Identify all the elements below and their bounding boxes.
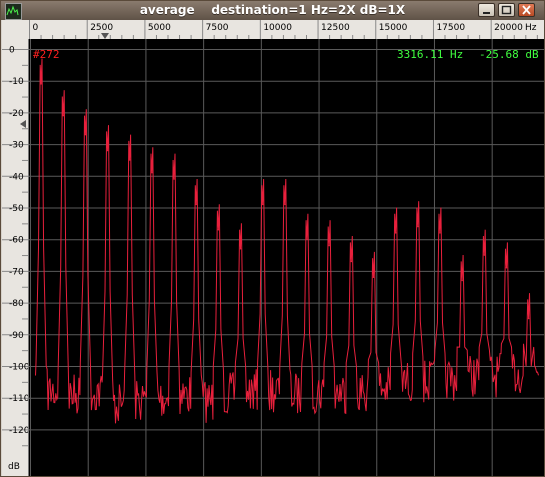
harmonic-peak-point <box>439 232 441 234</box>
harmonic-peak-point <box>84 133 87 136</box>
harmonic-peak-point <box>239 247 242 250</box>
minimize-button[interactable] <box>478 3 495 17</box>
harmonic-peak-point <box>217 228 220 231</box>
x-tick-label: 17500 <box>436 23 465 33</box>
y-tick-label: 0 <box>9 46 15 56</box>
harmonic-peak-point <box>151 171 153 174</box>
harmonic-peak-point <box>417 225 419 228</box>
harmonic-peak-point <box>306 238 308 240</box>
harmonic-peak-point <box>261 203 264 206</box>
y-tick-label: -100 <box>9 363 28 373</box>
y-tick-label: -40 <box>9 172 24 182</box>
maximize-button[interactable] <box>498 3 515 17</box>
title-bar[interactable]: average destination=1 Hz=2X dB=1X <box>1 1 544 20</box>
harmonic-peak-point <box>372 276 375 279</box>
harmonic-peak-point <box>106 149 109 152</box>
y-tick-label: -20 <box>9 109 24 119</box>
harmonic-peak-point <box>128 159 131 161</box>
y-tick-label: -50 <box>9 204 24 214</box>
x-tick-label: 2500 <box>90 23 113 33</box>
ruler-corner <box>2 20 28 39</box>
harmonic-peak-point <box>483 254 486 256</box>
x-tick-label: 15000 <box>379 23 408 33</box>
sample-readout: #272 <box>33 48 60 61</box>
harmonic-peak-point <box>527 317 530 320</box>
harmonic-peak-point <box>394 232 397 234</box>
harmonic-peak-point <box>195 203 198 206</box>
x-tick-label: 7500 <box>206 23 229 33</box>
y-tick-label: -90 <box>9 331 24 341</box>
harmonic-peak-point <box>328 244 330 247</box>
level-ruler[interactable]: 0 -10 -20 -30 -40 -50 -60 -70 -80 -90 -100 -110 -120… <box>2 39 29 476</box>
harmonic-peak-point <box>173 178 175 180</box>
level-readout: -25.68 dB <box>479 48 539 61</box>
harmonic-peak-point <box>461 279 463 282</box>
x-unit-label: Hz <box>525 23 537 33</box>
x-tick-label: 5000 <box>148 23 171 33</box>
harmonic-peak-point <box>62 114 65 117</box>
y-tick-label: -80 <box>9 299 24 309</box>
harmonic-peak-point <box>284 203 286 206</box>
x-tick-label: 20000 <box>494 23 523 33</box>
y-tick-label: -110 <box>9 394 28 404</box>
y-unit-label: dB <box>8 462 20 472</box>
y-tick-label: -10 <box>9 77 24 87</box>
window-title: average destination=1 Hz=2X dB=1X <box>139 3 406 17</box>
harmonic-peak-point <box>350 260 353 263</box>
close-button[interactable] <box>518 3 535 17</box>
analyzer-window: average destination=1 Hz=2X dB=1X 0 2500 5… <box>0 0 545 477</box>
level-cursor-marker[interactable] <box>20 120 26 128</box>
frequency-ruler[interactable]: 0 2500 5000 7500 10000 12500 15000 17500 20000 Hz <box>28 20 544 40</box>
y-tick-label: -60 <box>9 236 24 246</box>
y-tick-label: -120 <box>9 426 28 436</box>
frequency-readout: 3316.11 Hz <box>397 48 464 61</box>
x-tick-label: 10000 <box>263 23 292 33</box>
y-tick-label: -70 <box>9 267 24 277</box>
y-tick-label: -30 <box>9 141 24 151</box>
x-tick-label: 12500 <box>321 23 350 33</box>
harmonic-peak-point <box>505 266 508 269</box>
harmonic-peak-point <box>40 83 42 85</box>
spectrum-plot[interactable]: #272 3316.11 Hz -25.68 dB <box>29 39 544 476</box>
x-tick-label: 0 <box>33 23 39 33</box>
